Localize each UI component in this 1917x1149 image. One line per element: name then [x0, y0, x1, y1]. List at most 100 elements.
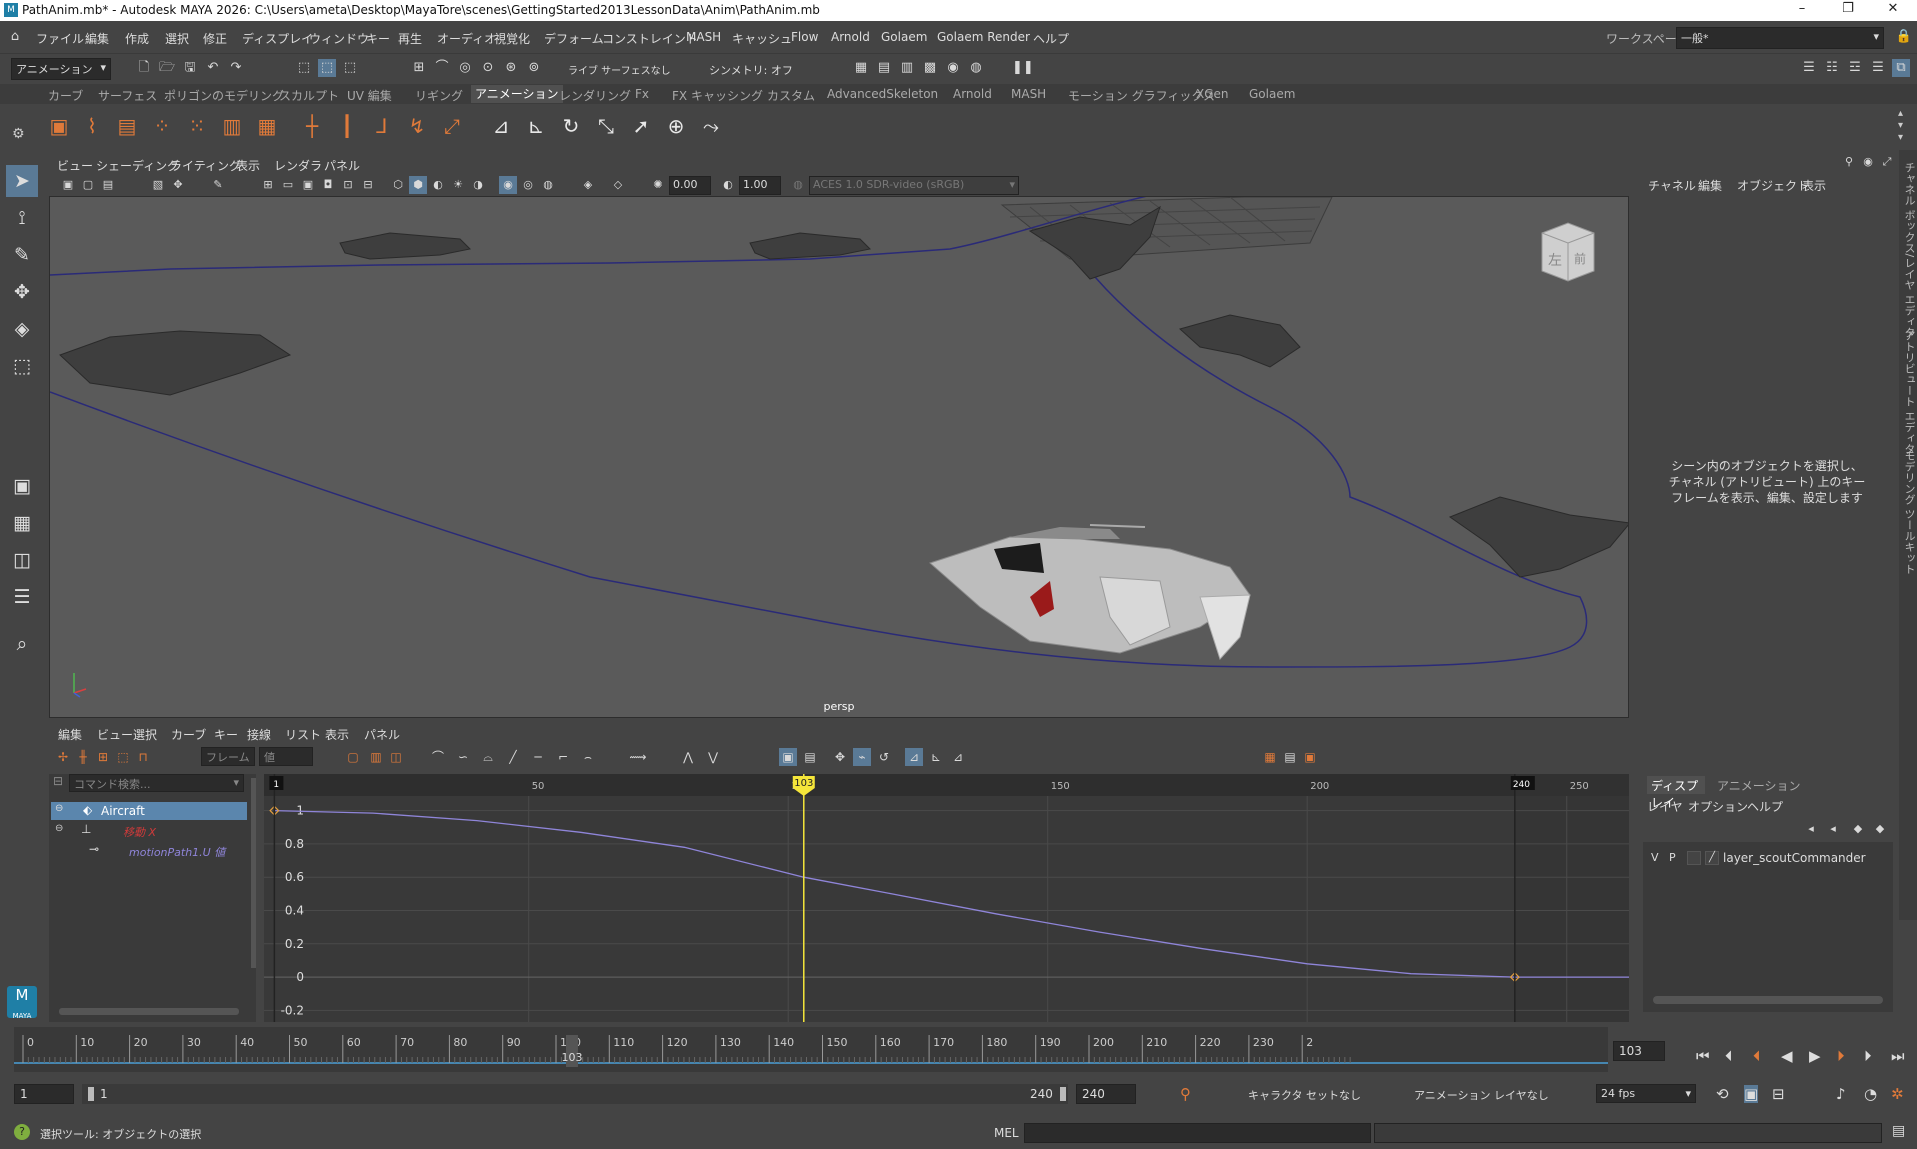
shelf-tab-advancedskeleton[interactable]: AdvancedSkeleton: [827, 87, 938, 101]
snap-view-icon[interactable]: ⊙: [479, 59, 497, 77]
scale-tool-icon[interactable]: ⬚: [6, 350, 38, 382]
shelf-tab-mash[interactable]: MASH: [1011, 87, 1046, 101]
anim-prefs-icon[interactable]: ✲: [1891, 1085, 1904, 1103]
frame-field[interactable]: フレーム: [201, 747, 255, 766]
break-tangent-icon[interactable]: ⋀: [679, 748, 697, 766]
two-d-pan-icon[interactable]: ✥: [169, 176, 187, 194]
safe-action-icon[interactable]: ⊟: [359, 176, 377, 194]
current-frame-field[interactable]: 103: [1613, 1041, 1665, 1061]
animation-start-field[interactable]: 1: [14, 1084, 74, 1104]
ambient-occlusion-icon[interactable]: ◈: [579, 176, 597, 194]
move-tool-icon[interactable]: ✥: [6, 276, 38, 308]
symmetry-label[interactable]: シンメトリ: オフ: [709, 62, 793, 78]
smooth-shade-icon[interactable]: ⬢: [409, 176, 427, 194]
isolate-curve-icon[interactable]: ⊿: [905, 748, 923, 766]
shelf-tab-rendering[interactable]: レンダリング: [559, 87, 631, 104]
tab-modeling-toolkit[interactable]: モデリング ツールキット: [1901, 450, 1917, 575]
hypershade-icon[interactable]: ▩: [921, 59, 939, 77]
exposure-field[interactable]: 0.00: [669, 176, 711, 195]
frame-playback-icon[interactable]: ▥: [367, 748, 385, 766]
frame-all-icon[interactable]: ▢: [344, 748, 362, 766]
layer-tab-animation[interactable]: アニメーション: [1717, 777, 1801, 794]
snap-point-icon[interactable]: ◎: [456, 59, 474, 77]
grid-icon[interactable]: ⊞: [259, 176, 277, 194]
snap-vertex-icon[interactable]: ⊚: [525, 59, 543, 77]
outliner-item-motionpath-u[interactable]: ⊸ motionPath1.U 値: [51, 842, 247, 860]
linear-tangent-icon[interactable]: ╱: [504, 748, 522, 766]
outliner-item-aircraft[interactable]: ⊖ ⬖ Aircraft: [51, 802, 247, 820]
tool-settings-icon[interactable]: ☲: [1846, 59, 1864, 77]
menu-arnold[interactable]: Arnold: [831, 30, 870, 44]
textured-icon[interactable]: ◐: [429, 176, 447, 194]
go-to-end-icon[interactable]: ⏭: [1891, 1047, 1905, 1065]
show-tangents-icon[interactable]: ⊾: [927, 748, 945, 766]
viewport-persp[interactable]: 左 前 persp: [49, 196, 1629, 718]
step-forward-frame-icon[interactable]: ⏵: [1837, 1047, 1845, 1065]
bookmark-icon[interactable]: ▤: [99, 176, 117, 194]
center-current-icon[interactable]: ◫: [387, 748, 405, 766]
rotate-tool-icon[interactable]: ◈: [6, 313, 38, 345]
shelf-tab-golaem[interactable]: Golaem: [1249, 87, 1295, 101]
expand-icon[interactable]: ⊖: [55, 823, 63, 834]
workspace-select[interactable]: 一般* ▾: [1676, 27, 1884, 49]
go-to-start-icon[interactable]: ⏮: [1696, 1047, 1710, 1065]
spline-tangent-icon[interactable]: ∽: [454, 748, 472, 766]
lights-icon[interactable]: ☀: [449, 176, 467, 194]
pole-vector-icon[interactable]: ⊕: [662, 112, 690, 140]
save-scene-icon[interactable]: 🖫: [181, 59, 199, 77]
menu-visualize[interactable]: 視覚化: [494, 30, 530, 47]
layer-scrollbar[interactable]: [1653, 996, 1883, 1004]
curve-display-icon[interactable]: ↺: [875, 748, 893, 766]
minimize-button[interactable]: –: [1782, 1, 1822, 19]
buffer-curve-icon[interactable]: ⟿: [629, 748, 647, 766]
vp-menu-panels[interactable]: パネル: [324, 157, 360, 174]
shelf-tab-sculpting[interactable]: スカルプト: [279, 87, 339, 104]
search-icon[interactable]: ⌕: [6, 628, 38, 660]
animation-end-field[interactable]: 240: [1076, 1084, 1136, 1104]
post-infinity-icon[interactable]: ▤: [801, 748, 819, 766]
vp-menu-shading[interactable]: シェーディング: [96, 157, 179, 174]
exposure-icon[interactable]: ✺: [649, 176, 667, 194]
single-view-icon[interactable]: ▣: [6, 470, 38, 502]
resolution-gate-icon[interactable]: ▣: [299, 176, 317, 194]
render-settings-icon[interactable]: ▥: [898, 59, 916, 77]
aircraft-model[interactable]: [929, 524, 1251, 660]
redo-icon[interactable]: ↷: [227, 59, 245, 77]
channel-box-option-icon[interactable]: ⚲: [1840, 153, 1858, 171]
render-view-icon[interactable]: ◉: [944, 59, 962, 77]
select-object-icon[interactable]: ⬚: [318, 59, 336, 77]
ipr-render-icon[interactable]: ▤: [875, 59, 893, 77]
channel-box-icon[interactable]: ☰: [1869, 59, 1887, 77]
move-key-icon[interactable]: ✢: [54, 748, 72, 766]
outliner-view-icon[interactable]: ☰: [6, 581, 38, 613]
graph-editor-icon[interactable]: ▥: [218, 112, 246, 140]
bookmark-icon[interactable]: ⊟: [1772, 1085, 1785, 1103]
clamped-tangent-icon[interactable]: ⌓: [479, 748, 497, 766]
select-hierarchy-icon[interactable]: ⬚: [295, 59, 313, 77]
maximize-button[interactable]: ❐: [1828, 1, 1868, 19]
layer-tab-display[interactable]: ディスプレイ: [1647, 776, 1705, 810]
shelf-tab-arnold[interactable]: Arnold: [953, 87, 992, 101]
vp-menu-renderer[interactable]: レンダラ: [274, 157, 322, 174]
channel-box-help-icon[interactable]: ◉: [1859, 153, 1877, 171]
pin-icon[interactable]: ⊥: [81, 822, 91, 836]
step-tangent-icon[interactable]: ⌐: [554, 748, 572, 766]
play-forward-icon[interactable]: ▶: [1809, 1047, 1821, 1065]
shadows-icon[interactable]: ◑: [469, 176, 487, 194]
ge-menu-tangents[interactable]: 接線: [247, 726, 271, 743]
outliner-item-translate-x[interactable]: ⊖ ⊥ 移動 X: [51, 822, 247, 840]
menu-key[interactable]: キー: [366, 30, 390, 47]
home-icon[interactable]: ⌂: [6, 28, 24, 46]
shelf-tab-rigging[interactable]: リギング: [415, 87, 463, 104]
expand-icon[interactable]: ⊖: [55, 803, 63, 814]
film-gate-icon[interactable]: ▭: [279, 176, 297, 194]
layer-type-toggle[interactable]: [1687, 851, 1701, 865]
ge-menu-list[interactable]: リスト: [285, 726, 321, 743]
menu-golaem-render[interactable]: Golaem Render: [937, 30, 1030, 44]
isolate-select-icon[interactable]: ◉: [499, 176, 517, 194]
normalize-icon[interactable]: ✥: [831, 748, 849, 766]
pre-infinity-icon[interactable]: ▣: [779, 748, 797, 766]
menu-window[interactable]: ウィンドウ: [309, 30, 369, 47]
channel-menu[interactable]: チャネル: [1648, 177, 1696, 194]
channel-edit-menu[interactable]: 編集: [1698, 177, 1722, 194]
